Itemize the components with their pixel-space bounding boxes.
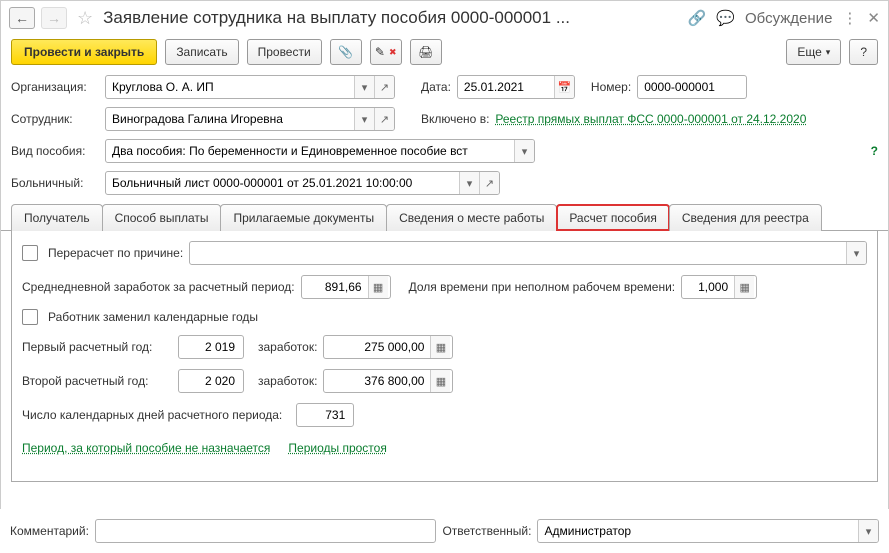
sick-leave-field[interactable]: ▾ ↗ bbox=[105, 171, 500, 195]
comment-label: Комментарий: bbox=[10, 524, 89, 538]
year1-label: Первый расчетный год: bbox=[22, 340, 172, 354]
date-field[interactable]: 📅 bbox=[457, 75, 575, 99]
dropdown-icon[interactable]: ▾ bbox=[514, 140, 534, 162]
earn2-label: заработок: bbox=[258, 374, 317, 388]
calendar-icon[interactable]: 📅 bbox=[554, 76, 574, 98]
sick-leave-label: Больничный: bbox=[11, 176, 99, 190]
toolbar: Провести и закрыть Записать Провести 📎 ✎… bbox=[1, 35, 888, 75]
form-header: Организация: ▾ ↗ Дата: 📅 Номер: Сотрудни… bbox=[1, 75, 888, 195]
employee-field[interactable]: ▾ ↗ bbox=[105, 107, 395, 131]
idle-periods-link[interactable]: Периоды простоя bbox=[288, 441, 386, 455]
tab-recipient[interactable]: Получатель bbox=[11, 204, 103, 231]
help-icon[interactable]: ? bbox=[871, 144, 878, 158]
post-and-close-button[interactable]: Провести и закрыть bbox=[11, 39, 157, 65]
date-label: Дата: bbox=[421, 80, 451, 94]
responsible-field[interactable]: ▾ bbox=[537, 519, 879, 543]
tab-work-info[interactable]: Сведения о месте работы bbox=[386, 204, 557, 231]
post-button[interactable]: Провести bbox=[247, 39, 322, 65]
year2-field[interactable] bbox=[178, 369, 244, 393]
replaced-years-label: Работник заменил календарные годы bbox=[48, 310, 258, 324]
titlebar: ← → ☆ Заявление сотрудника на выплату по… bbox=[1, 1, 888, 35]
calc-icon[interactable]: ▦ bbox=[368, 276, 388, 298]
responsible-input[interactable] bbox=[538, 520, 858, 542]
replaced-years-checkbox[interactable] bbox=[22, 309, 38, 325]
benefit-type-label: Вид пособия: bbox=[11, 144, 99, 158]
benefit-calc-panel: Перерасчет по причине: ▾ Среднедневной з… bbox=[11, 231, 878, 482]
tab-registry-info[interactable]: Сведения для реестра bbox=[669, 204, 822, 231]
comment-field[interactable] bbox=[95, 519, 437, 543]
date-input[interactable] bbox=[458, 76, 554, 98]
recalc-reason-input[interactable] bbox=[190, 242, 846, 264]
benefit-type-input[interactable] bbox=[106, 140, 514, 162]
calc-icon[interactable]: ▦ bbox=[430, 370, 450, 392]
chat-icon[interactable]: 💬 bbox=[716, 9, 735, 27]
forward-button[interactable]: → bbox=[41, 7, 67, 29]
no-benefit-period-link[interactable]: Период, за который пособие не назначаетс… bbox=[22, 441, 270, 455]
number-field[interactable] bbox=[637, 75, 747, 99]
registry-link[interactable]: Реестр прямых выплат ФСС 0000-000001 от … bbox=[495, 112, 806, 126]
form-title: Заявление сотрудника на выплату пособия … bbox=[103, 8, 682, 28]
recalc-checkbox[interactable] bbox=[22, 245, 38, 261]
part-time-label: Доля времени при неполном рабочем времен… bbox=[409, 280, 676, 294]
avg-daily-input[interactable] bbox=[302, 276, 368, 298]
org-input[interactable] bbox=[106, 76, 354, 98]
tab-benefit-calc[interactable]: Расчет пособия bbox=[556, 204, 670, 231]
footer: Комментарий: Ответственный: ▾ bbox=[0, 509, 889, 553]
employee-label: Сотрудник: bbox=[11, 112, 99, 126]
tabs: Получатель Способ выплаты Прилагаемые до… bbox=[1, 203, 888, 231]
benefit-type-field[interactable]: ▾ bbox=[105, 139, 535, 163]
earn2-input[interactable] bbox=[324, 370, 430, 392]
year1-field[interactable] bbox=[178, 335, 244, 359]
link-icon[interactable]: 🔗 bbox=[688, 9, 707, 27]
days-input[interactable] bbox=[297, 404, 351, 426]
avg-daily-field[interactable]: ▦ bbox=[301, 275, 391, 299]
avg-daily-label: Среднедневной заработок за расчетный пер… bbox=[22, 280, 295, 294]
number-input[interactable] bbox=[638, 76, 746, 98]
days-label: Число календарных дней расчетного период… bbox=[22, 408, 282, 422]
dropdown-icon[interactable]: ▾ bbox=[858, 520, 878, 542]
earn2-field[interactable]: ▦ bbox=[323, 369, 453, 393]
earn1-field[interactable]: ▦ bbox=[323, 335, 453, 359]
more-button[interactable]: Еще ▾ bbox=[786, 39, 841, 65]
open-icon[interactable]: ↗ bbox=[374, 108, 394, 130]
org-label: Организация: bbox=[11, 80, 99, 94]
dropdown-icon[interactable]: ▾ bbox=[846, 242, 866, 264]
close-icon[interactable]: ✕ bbox=[867, 9, 880, 27]
tab-payment-method[interactable]: Способ выплаты bbox=[102, 204, 222, 231]
recalc-reason-field[interactable]: ▾ bbox=[189, 241, 867, 265]
comment-input[interactable] bbox=[96, 520, 436, 542]
dropdown-icon[interactable]: ▾ bbox=[354, 76, 374, 98]
dropdown-icon[interactable]: ▾ bbox=[459, 172, 479, 194]
employee-input[interactable] bbox=[106, 108, 354, 130]
dropdown-icon[interactable]: ▾ bbox=[354, 108, 374, 130]
responsible-label: Ответственный: bbox=[442, 524, 531, 538]
edit-button[interactable]: ✎✖ bbox=[370, 39, 402, 65]
year2-input[interactable] bbox=[179, 370, 241, 392]
sick-leave-input[interactable] bbox=[106, 172, 459, 194]
recalc-label: Перерасчет по причине: bbox=[48, 246, 183, 260]
discussion-label[interactable]: Обсуждение bbox=[745, 10, 832, 27]
year2-label: Второй расчетный год: bbox=[22, 374, 172, 388]
org-field[interactable]: ▾ ↗ bbox=[105, 75, 395, 99]
year1-input[interactable] bbox=[179, 336, 241, 358]
calc-icon[interactable]: ▦ bbox=[734, 276, 754, 298]
star-icon[interactable]: ☆ bbox=[77, 8, 93, 29]
back-button[interactable]: ← bbox=[9, 7, 35, 29]
earn1-label: заработок: bbox=[258, 340, 317, 354]
help-button[interactable]: ? bbox=[849, 39, 878, 65]
save-button[interactable]: Записать bbox=[165, 39, 238, 65]
print-button[interactable]: 🖨 bbox=[410, 39, 442, 65]
open-icon[interactable]: ↗ bbox=[374, 76, 394, 98]
days-field[interactable] bbox=[296, 403, 354, 427]
earn1-input[interactable] bbox=[324, 336, 430, 358]
part-time-field[interactable]: ▦ bbox=[681, 275, 757, 299]
number-label: Номер: bbox=[591, 80, 631, 94]
attach-button[interactable]: 📎 bbox=[330, 39, 362, 65]
open-icon[interactable]: ↗ bbox=[479, 172, 499, 194]
kebab-icon[interactable]: ⋮ bbox=[842, 9, 857, 27]
part-time-input[interactable] bbox=[682, 276, 734, 298]
calc-icon[interactable]: ▦ bbox=[430, 336, 450, 358]
tab-attached-docs[interactable]: Прилагаемые документы bbox=[220, 204, 387, 231]
included-label: Включено в: bbox=[421, 112, 489, 126]
